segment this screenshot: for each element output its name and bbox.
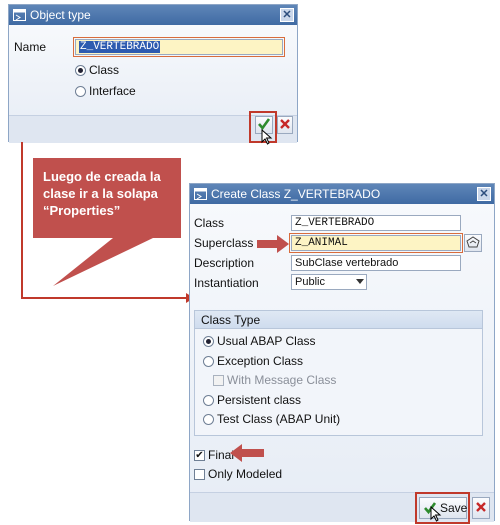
name-label: Name [14, 40, 47, 54]
cone-icon [466, 235, 480, 251]
cancel-x-icon [475, 501, 487, 516]
radio-usual-dot[interactable] [203, 335, 214, 347]
radio-interface-label: Interface [89, 84, 136, 98]
radio-test-label: Test Class (ABAP Unit) [217, 412, 341, 426]
with-message-class-checkbox: With Message Class [213, 373, 336, 387]
radio-interface[interactable]: Interface [75, 84, 136, 98]
radio-usual-abap-class[interactable]: Usual ABAP Class [203, 334, 316, 348]
save-highlight [415, 492, 470, 524]
radio-exception-label: Exception Class [217, 354, 304, 368]
name-focus-bracket [73, 37, 285, 57]
create-class-title: Create Class Z_VERTEBRADO [211, 187, 381, 201]
class-input[interactable]: Z_VERTEBRADO [291, 215, 461, 231]
create-class-titlebar: Create Class Z_VERTEBRADO ✕ [190, 184, 494, 204]
create-class-dialog: Create Class Z_VERTEBRADO ✕ Class Z_VERT… [189, 183, 495, 524]
instantiation-value: Public [295, 276, 325, 288]
radio-class-label: Class [89, 63, 120, 77]
only-modeled-label: Only Modeled [208, 467, 283, 481]
description-label: Description [194, 256, 255, 270]
pointer-arrow-icon [257, 235, 289, 256]
final-checkbox[interactable]: ✔ Final [194, 448, 234, 462]
with-message-class-label: With Message Class [227, 373, 337, 387]
pointer-arrow-icon [230, 444, 264, 465]
callout-text: Luego de creada la clase ir a la solapa … [43, 169, 161, 218]
mouse-cursor-icon [430, 505, 442, 525]
only-modeled-checkbox[interactable]: Only Modeled [194, 467, 282, 481]
radio-persistent-label: Persistent class [217, 393, 302, 407]
dialog-window-icon [194, 188, 208, 200]
class-label: Class [194, 216, 225, 230]
superclass-focus-bracket [289, 233, 463, 253]
cancel-button[interactable] [472, 497, 490, 519]
callout-box: Luego de creada la clase ir a la solapa … [33, 158, 181, 286]
radio-exception-class[interactable]: Exception Class [203, 354, 303, 368]
radio-class-dot[interactable] [75, 64, 86, 76]
class-type-title: Class Type [195, 311, 482, 329]
dialog-window-icon [13, 9, 27, 21]
superclass-helper-button[interactable] [464, 234, 482, 252]
mouse-cursor-icon [261, 128, 273, 148]
radio-usual-label: Usual ABAP Class [217, 334, 316, 348]
class-type-group: Class Type Usual ABAP Class Exception Cl… [194, 310, 483, 436]
chevron-down-icon [356, 279, 364, 284]
radio-test-class[interactable]: Test Class (ABAP Unit) [203, 412, 340, 426]
close-icon[interactable]: ✕ [280, 8, 294, 22]
object-type-title: Object type [30, 8, 91, 22]
radio-persistent-class[interactable]: Persistent class [203, 393, 301, 407]
radio-exception-dot[interactable] [203, 355, 214, 367]
radio-test-dot[interactable] [203, 413, 214, 425]
cancel-button[interactable] [277, 116, 293, 134]
only-modeled-box[interactable] [194, 468, 205, 480]
instantiation-dropdown[interactable]: Public [291, 274, 367, 290]
object-type-dialog: Object type ✕ Name Z_VERTEBRADO Class In… [8, 4, 298, 145]
close-icon[interactable]: ✕ [477, 187, 491, 201]
superclass-label: Superclass [194, 236, 254, 250]
object-type-body: Name Z_VERTEBRADO Class Interface [9, 25, 297, 145]
radio-interface-dot[interactable] [75, 85, 86, 97]
create-class-body: Class Z_VERTEBRADO Superclass Z_ANIMAL D… [190, 204, 494, 524]
object-type-titlebar: Object type ✕ [9, 5, 297, 25]
cancel-x-icon [279, 118, 291, 133]
radio-class[interactable]: Class [75, 63, 119, 77]
with-message-class-box [213, 374, 224, 386]
final-box[interactable]: ✔ [194, 449, 205, 461]
instantiation-label: Instantiation [194, 276, 259, 290]
radio-persistent-dot[interactable] [203, 394, 214, 406]
description-input[interactable]: SubClase vertebrado [291, 255, 461, 271]
